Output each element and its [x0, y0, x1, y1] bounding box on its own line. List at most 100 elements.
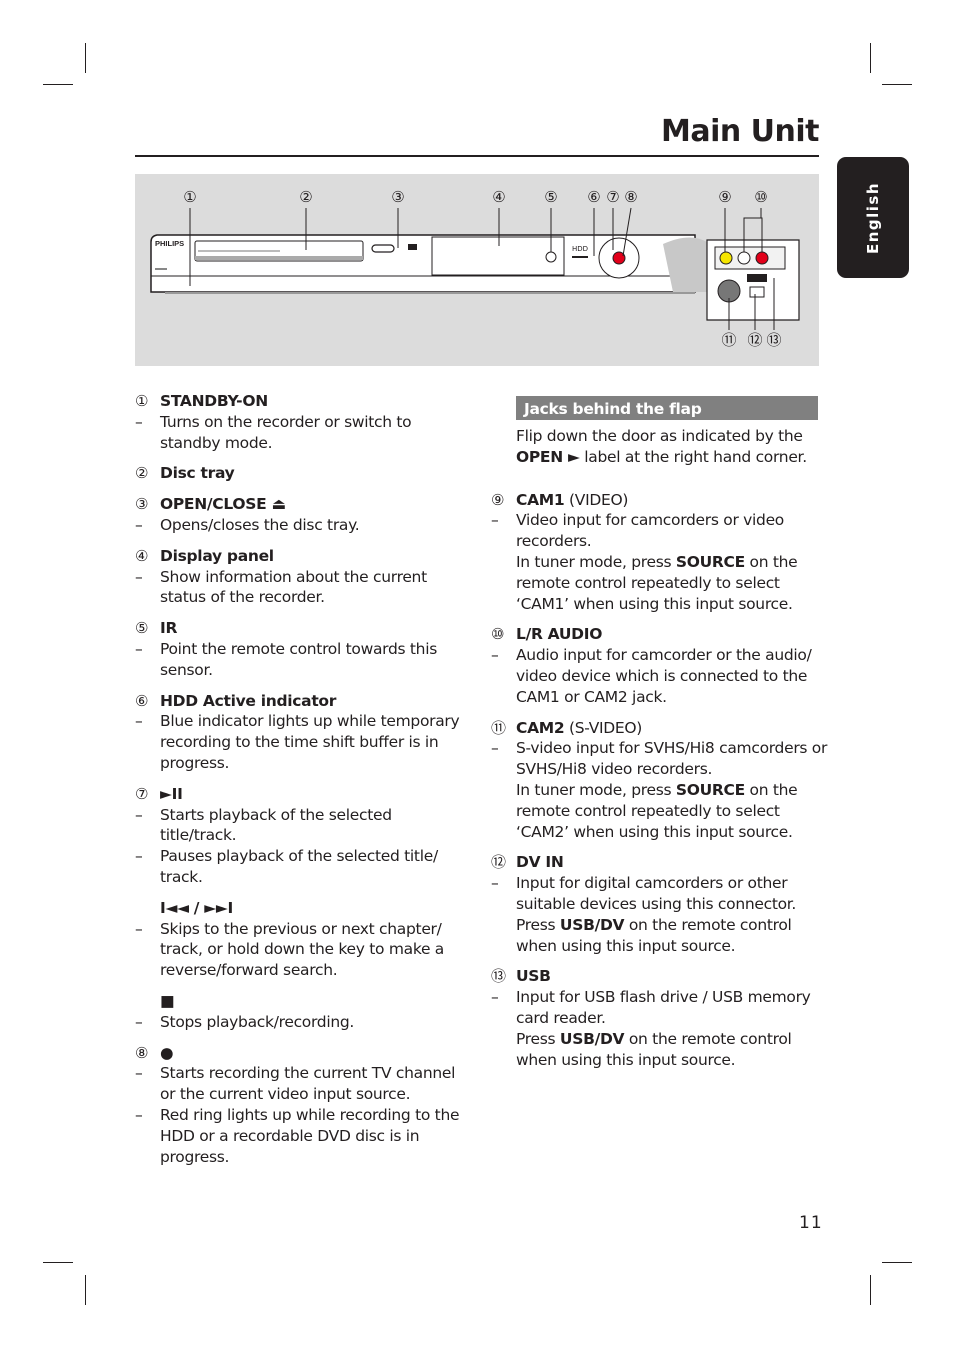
item-description: Point the remote control towards this se…: [135, 639, 465, 681]
page-title: Main Unit: [660, 114, 820, 149]
item-description: Turns on the recorder or switch to stand…: [135, 412, 465, 454]
item-number: ⑪: [491, 718, 506, 737]
item-description: Starts recording the current TV channel …: [135, 1063, 465, 1105]
item-heading-note: (S-VIDEO): [564, 718, 643, 737]
item-number: ⑩: [491, 625, 505, 644]
page-number: 11: [799, 1213, 823, 1233]
device-illustration: ① ② ③ ④ ⑤ ⑥ ⑦ ⑧ ⑨ ⑩ ⑪ ⑫ ⑬ PHILIPS HDD: [135, 174, 819, 366]
item-description: Stops playback/recording.: [135, 1012, 465, 1033]
callout-10: ⑩: [754, 188, 767, 206]
item-heading: USB: [516, 967, 551, 986]
callout-12: ⑫: [747, 331, 762, 349]
section-title: Jacks behind the flap: [516, 396, 818, 420]
crop-mark: [85, 43, 86, 73]
callout-2: ②: [299, 188, 312, 206]
item-heading: L/R AUDIO: [516, 625, 603, 644]
item-cam2: ⑪ CAM2 (S-VIDEO) S-video input for SVHS/…: [491, 718, 831, 843]
callout-5: ⑤: [544, 188, 557, 206]
intro-text: Flip down the door as indicated by the: [516, 427, 803, 445]
button-name: SOURCE: [675, 780, 745, 799]
item-hdd-active-indicator: ⑥ HDD Active indicator Blue indicator li…: [135, 691, 465, 774]
callout-13: ⑬: [766, 331, 781, 349]
prev-next-icon: I◄◄ / ►►I: [160, 898, 233, 917]
item-record: ⑧ ● Starts recording the current TV chan…: [135, 1043, 465, 1168]
item-description: Red ring lights up while recording to th…: [135, 1105, 465, 1167]
item-number: ①: [135, 392, 149, 410]
title-divider: [135, 155, 819, 157]
callout-1: ①: [183, 188, 196, 206]
item-dv-in: ⑫ DV IN Input for digital camcorders or …: [491, 852, 831, 956]
item-description: Input for USB flash drive / USB memory c…: [491, 987, 831, 1029]
brand-logo: PHILIPS: [155, 239, 184, 248]
item-heading: OPEN/CLOSE ⏏: [160, 495, 286, 514]
item-play-pause: ⑦ ►II Starts playback of the selected ti…: [135, 784, 465, 1033]
play-pause-icon: ►II: [160, 784, 183, 803]
item-ir: ⑤ IR Point the remote control towards th…: [135, 618, 465, 680]
intro-text: label at the right hand corner.: [579, 447, 807, 466]
left-column: ① STANDBY-ON Turns on the recorder or sw…: [135, 391, 465, 1167]
item-description: Input for digital camcorders or other su…: [491, 873, 831, 915]
button-name: USB/DV: [559, 915, 625, 934]
svg-text:HDD: HDD: [572, 245, 588, 253]
crop-mark: [870, 43, 871, 73]
item-description: Starts playback of the selected title/tr…: [135, 805, 465, 847]
item-number: ⑨: [491, 490, 505, 509]
item-number: ④: [135, 546, 149, 565]
item-heading: Display panel: [160, 546, 274, 565]
item-description: Opens/closes the disc tray.: [135, 515, 465, 536]
item-standby-on: ① STANDBY-ON Turns on the recorder or sw…: [135, 391, 465, 453]
callout-11: ⑪: [721, 331, 736, 349]
item-heading: Disc tray: [160, 464, 235, 483]
callout-6: ⑥: [587, 188, 600, 206]
record-icon: ●: [160, 1043, 174, 1062]
callout-8: ⑧: [624, 188, 637, 206]
item-cam1: ⑨ CAM1 (VIDEO) Video input for camcorder…: [491, 490, 831, 615]
item-heading: CAM2: [516, 718, 565, 737]
crop-mark: [882, 84, 912, 85]
item-number: ⑦: [135, 784, 149, 803]
crop-mark: [43, 84, 73, 85]
item-number: ②: [135, 464, 149, 483]
item-heading: DV IN: [516, 853, 564, 872]
item-heading: IR: [160, 619, 178, 638]
item-description: Audio input for camcorder or the audio/ …: [491, 645, 831, 707]
item-number: ⑥: [135, 691, 149, 710]
item-number: ⑬: [491, 967, 506, 986]
item-usb: ⑬ USB Input for USB flash drive / USB me…: [491, 966, 831, 1070]
language-tab: English: [837, 157, 909, 278]
button-name: SOURCE: [675, 552, 745, 571]
item-number: ⑤: [135, 619, 149, 638]
language-label: English: [864, 181, 882, 254]
callout-7: ⑦: [606, 188, 619, 206]
item-description: S-video input for SVHS/Hi8 camcorders or…: [491, 738, 831, 780]
item-number: ⑧: [135, 1043, 149, 1062]
item-description: Blue indicator lights up while temporary…: [135, 711, 465, 773]
right-column: Jacks behind the flap Flip down the door…: [491, 396, 831, 1070]
item-description: Show information about the current statu…: [135, 567, 465, 609]
open-label: OPEN ►: [516, 447, 580, 466]
item-note: Press: [516, 915, 560, 934]
callout-4: ④: [492, 188, 505, 206]
item-heading-note: (VIDEO): [564, 490, 629, 509]
button-name: USB/DV: [559, 1029, 625, 1048]
crop-mark: [882, 1262, 912, 1263]
callout-9: ⑨: [718, 188, 731, 206]
item-heading: STANDBY-ON: [160, 392, 268, 410]
item-heading: CAM1: [516, 490, 565, 509]
item-open-close: ③ OPEN/CLOSE ⏏ Opens/closes the disc tra…: [135, 494, 465, 536]
item-description: Video input for camcorders or video reco…: [491, 510, 831, 552]
item-lr-audio: ⑩ L/R AUDIO Audio input for camcorder or…: [491, 624, 831, 707]
item-disc-tray: ② Disc tray: [135, 463, 465, 484]
stop-icon: ■: [160, 991, 175, 1010]
item-display-panel: ④ Display panel Show information about t…: [135, 546, 465, 608]
item-number: ③: [135, 495, 149, 514]
callout-3: ③: [391, 188, 404, 206]
item-note: In tuner mode, press: [516, 780, 676, 799]
item-description: Pauses playback of the selected title/ t…: [135, 846, 465, 888]
crop-mark: [870, 1275, 871, 1305]
item-description: Skips to the previous or next chapter/ t…: [135, 919, 465, 981]
item-number: ⑫: [491, 853, 506, 872]
item-note: In tuner mode, press: [516, 552, 676, 571]
crop-mark: [43, 1262, 73, 1263]
item-heading: HDD Active indicator: [160, 691, 337, 710]
